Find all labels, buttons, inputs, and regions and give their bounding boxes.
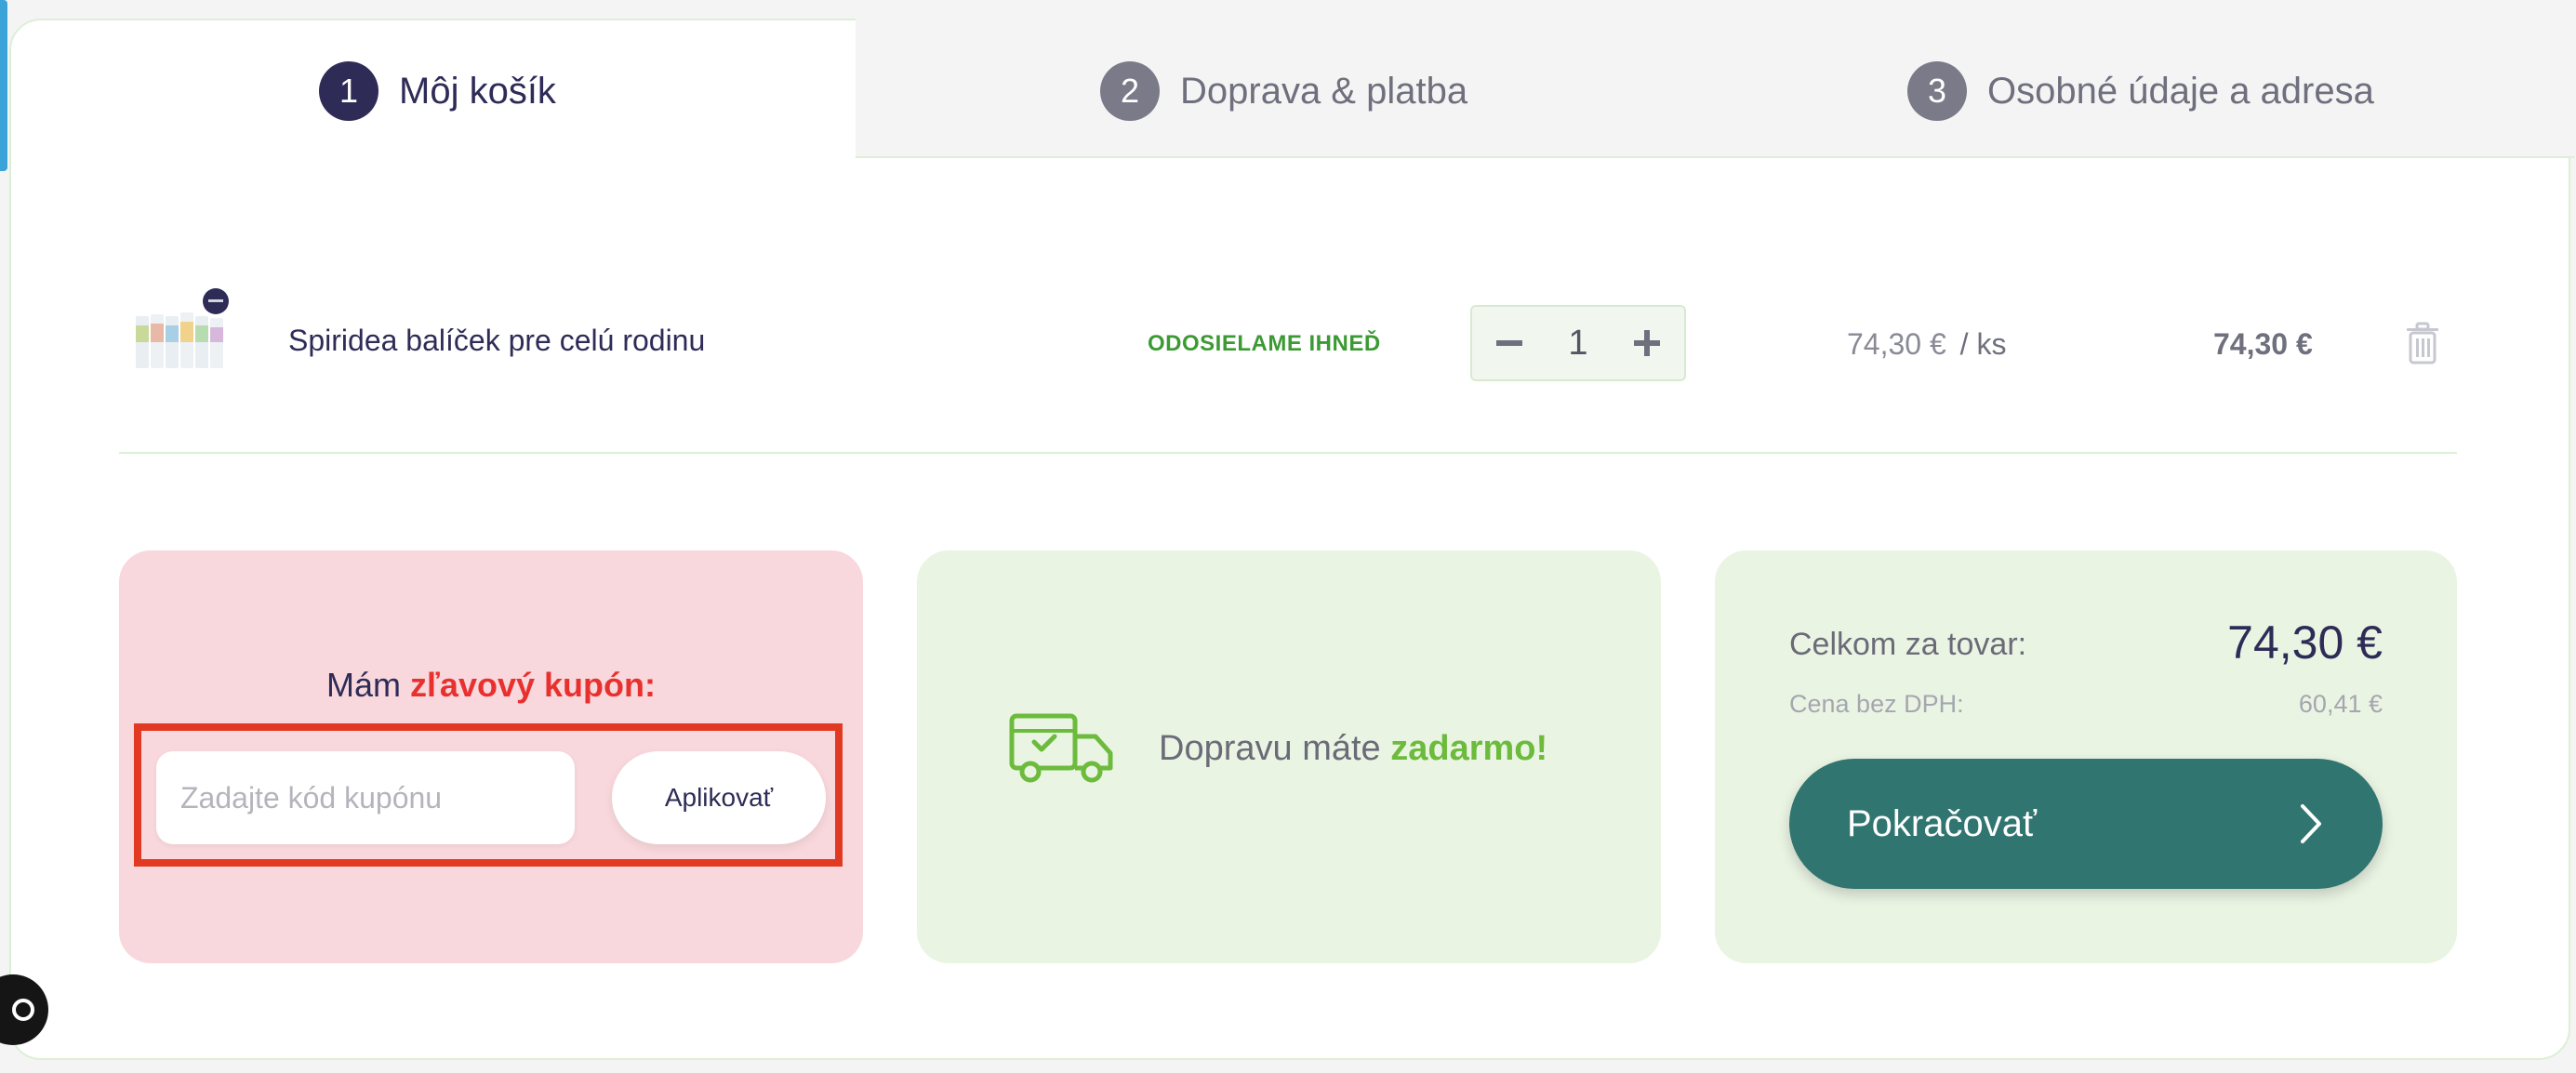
decrease-quantity-button[interactable]: [1493, 326, 1526, 360]
chat-icon: [12, 999, 34, 1021]
free-shipping-text: Dopravu máte zadarmo!: [1159, 729, 1547, 769]
step-label: Osobné údaje a adresa: [1987, 70, 2374, 112]
availability-label: ODOSIELAME IHNEĎ: [1148, 331, 1381, 356]
step-label: Môj košík: [399, 70, 556, 112]
trash-icon[interactable]: [2399, 320, 2446, 366]
tab-cart[interactable]: 1 Môj košík: [319, 60, 556, 123]
step-number: 3: [1907, 61, 1967, 121]
quantity-value[interactable]: 1: [1568, 324, 1587, 364]
product-name[interactable]: Spiridea balíček pre celú rodinu: [288, 324, 705, 358]
coupon-title-prefix: Mám: [326, 666, 402, 704]
coupon-panel: Mám zľavový kupón: Aplikovať: [119, 550, 863, 963]
unit-price: 74,30 € / ks: [1847, 327, 2006, 362]
increase-quantity-button[interactable]: [1630, 326, 1664, 360]
product-thumbnail[interactable]: [130, 288, 234, 374]
free-shipping-prefix: Dopravu máte: [1159, 729, 1381, 768]
step-number: 2: [1100, 61, 1160, 121]
tab-shipping-payment[interactable]: 2 Doprava & platba: [1100, 60, 1467, 123]
total-label: Celkom za tovar:: [1789, 627, 2027, 662]
line-total: 74,30 €: [2213, 327, 2313, 361]
step-number: 1: [319, 61, 378, 121]
coupon-title-highlight: zľavový kupón:: [410, 666, 656, 704]
apply-coupon-button[interactable]: Aplikovať: [612, 751, 826, 844]
net-price-value: 60,41 €: [2298, 690, 2383, 718]
unit-price-value: 74,30 €: [1847, 327, 1946, 361]
unit-suffix: / ks: [1959, 327, 2007, 361]
cart-item-row: Spiridea balíček pre celú rodinu ODOSIEL…: [119, 279, 2457, 456]
left-edge-accent: [0, 0, 7, 171]
coupon-title: Mám zľavový kupón:: [119, 666, 863, 705]
row-divider: [119, 452, 2457, 454]
step-label: Doprava & platba: [1180, 70, 1468, 112]
quantity-stepper: 1: [1470, 305, 1686, 381]
plus-icon: [1633, 330, 1660, 356]
chevron-right-icon: [2301, 804, 2321, 843]
free-shipping-highlight: zadarmo!: [1390, 729, 1548, 768]
continue-button[interactable]: Pokračovať: [1789, 759, 2383, 889]
tab-personal-details[interactable]: 3 Osobné údaje a adresa: [1907, 60, 2374, 123]
coupon-code-input[interactable]: [156, 751, 575, 844]
truck-icon: [1009, 713, 1113, 783]
total-value: 74,30 €: [2227, 616, 2383, 669]
net-price-label: Cena bez DPH:: [1789, 690, 1964, 718]
order-summary-panel: Celkom za tovar: 74,30 € Cena bez DPH: 6…: [1715, 550, 2457, 963]
continue-label: Pokračovať: [1847, 802, 2037, 844]
free-shipping-panel: Dopravu máte zadarmo!: [917, 550, 1661, 963]
minus-icon: [1496, 340, 1522, 346]
